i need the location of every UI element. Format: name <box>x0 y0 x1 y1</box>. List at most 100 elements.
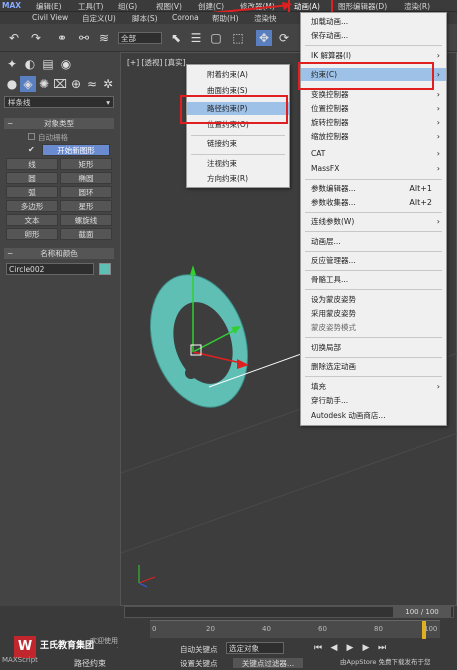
lookat-constraint-item[interactable]: 注视约束 <box>187 157 289 170</box>
start-new-shape-checkbox[interactable]: ✔ <box>28 145 38 155</box>
populate-item[interactable]: 填充 › <box>301 380 446 393</box>
delete-selected-animation-item[interactable]: 删除选定动画 <box>301 360 446 373</box>
save-animation-item[interactable]: 保存动画... <box>301 29 446 42</box>
reaction-manager-item[interactable]: 反应管理器... <box>301 254 446 267</box>
redo-icon[interactable]: ↷ <box>28 30 44 46</box>
circle-button[interactable]: 圆 <box>6 172 58 184</box>
star-button[interactable]: 星形 <box>60 200 112 212</box>
arc-button[interactable]: 弧 <box>6 186 58 198</box>
modify-tab-icon[interactable]: ◐ <box>22 56 38 72</box>
rotation-controllers-item[interactable]: 旋转控制器 › <box>301 116 446 129</box>
bone-tools-item[interactable]: 骨骼工具... <box>301 273 446 286</box>
helix-button[interactable]: 螺旋线 <box>60 214 112 226</box>
menu-scripting[interactable]: 脚本(S) <box>132 13 158 24</box>
motion-tab-icon[interactable]: ◉ <box>58 56 74 72</box>
app-logo[interactable]: MAX <box>2 1 21 10</box>
animation-store-item[interactable]: Autodesk 动画商店... <box>301 409 446 422</box>
time-slider[interactable]: 100 / 100 <box>124 606 454 618</box>
bind-spacewarp-icon[interactable]: ≋ <box>96 30 112 46</box>
ik-solvers-item[interactable]: IK 解算器(I) › <box>301 49 446 62</box>
move-icon[interactable]: ✥ <box>256 30 272 46</box>
animation-layers-item[interactable]: 动画层... <box>301 235 446 248</box>
menu-graph-editors[interactable]: 图形编辑器(D) <box>338 1 387 12</box>
helpers-icon[interactable]: ⊕ <box>68 76 84 92</box>
select-by-name-icon[interactable]: ☰ <box>188 30 204 46</box>
rollout-object-type-header[interactable]: − 对象类型 <box>4 118 114 129</box>
rect-selection-icon[interactable]: ▢ <box>208 30 224 46</box>
window-crossing-icon[interactable]: ⬚ <box>230 30 246 46</box>
menu-corona[interactable]: Corona <box>172 13 199 22</box>
geometry-icon[interactable]: ● <box>4 76 20 92</box>
cat-item[interactable]: CAT › <box>301 147 446 160</box>
wire-parameters-item[interactable]: 连线参数(W) › <box>301 215 446 228</box>
toggle-limits-item[interactable]: 切换局部 <box>301 341 446 354</box>
create-tab-icon[interactable]: ✦ <box>4 56 20 72</box>
surface-constraint-item[interactable]: 曲面约束(S) <box>187 84 289 97</box>
object-color-swatch[interactable] <box>99 263 111 275</box>
constraints-item[interactable]: 约束(C) › <box>301 68 446 81</box>
menu-help[interactable]: 帮助(H) <box>212 13 239 24</box>
path-constraint-item[interactable]: 路径约束(P) <box>187 102 289 115</box>
hierarchy-tab-icon[interactable]: ▤ <box>40 56 56 72</box>
selection-filter-dropdown[interactable]: 全部 <box>118 32 162 44</box>
auto-grid-checkbox[interactable]: 自动栅格 <box>28 132 68 142</box>
goto-end-icon[interactable]: ⏭ <box>374 640 390 656</box>
timeline-track[interactable]: 0 20 40 60 80 100 <box>150 620 440 639</box>
cameras-icon[interactable]: ⌧ <box>52 76 68 92</box>
position-controllers-item[interactable]: 位置控制器 › <box>301 102 446 115</box>
transform-controllers-item[interactable]: 变换控制器 › <box>301 88 446 101</box>
skin-pose-mode-item[interactable]: 蒙皮姿势模式 <box>301 321 446 334</box>
lights-icon[interactable]: ✺ <box>36 76 52 92</box>
attachment-constraint-item[interactable]: 附着约束(A) <box>187 68 289 81</box>
rectangle-button[interactable]: 矩形 <box>60 158 112 170</box>
menu-render-quick[interactable]: 渲染快 <box>254 13 277 24</box>
donut-button[interactable]: 圆环 <box>60 186 112 198</box>
orientation-constraint-item[interactable]: 方向约束(R) <box>187 172 289 185</box>
play-icon[interactable]: ▶ <box>342 640 358 656</box>
rotate-icon[interactable]: ⟳ <box>276 30 292 46</box>
text-button[interactable]: 文本 <box>6 214 58 226</box>
menu-view[interactable]: 视图(V) <box>156 1 182 12</box>
rollout-name-color-header[interactable]: − 名称和颜色 <box>4 248 114 259</box>
undo-icon[interactable]: ↶ <box>6 30 22 46</box>
next-frame-icon[interactable]: ▶ <box>358 640 374 656</box>
systems-icon[interactable]: ✲ <box>100 76 116 92</box>
menu-group[interactable]: 组(G) <box>118 1 137 12</box>
unlink-icon[interactable]: ⚯ <box>76 30 92 46</box>
parameter-collector-item[interactable]: 参数收集器... Alt+2 <box>301 196 446 209</box>
key-filters-button[interactable]: 关键点过滤器... <box>232 657 304 669</box>
link-constraint-item[interactable]: 链接约束 <box>187 137 289 150</box>
ellipse-button[interactable]: 椭圆 <box>60 172 112 184</box>
category-dropdown[interactable]: 样条线 ▾ <box>4 96 114 108</box>
menu-customize[interactable]: 自定义(U) <box>82 13 116 24</box>
menu-edit[interactable]: 编辑(E) <box>36 1 62 12</box>
start-new-shape-button[interactable]: 开始新图形 <box>42 144 110 156</box>
assume-skin-pose-item[interactable]: 采用蒙皮姿势 <box>301 307 446 320</box>
set-skin-pose-item[interactable]: 设为蒙皮姿势 <box>301 293 446 306</box>
constraints-submenu: 附着约束(A) 曲面约束(S) 路径约束(P) 位置约束(O) 链接约束 注视约… <box>186 64 290 188</box>
maxscript-label[interactable]: MAXScript <box>2 656 38 664</box>
egg-button[interactable]: 卵形 <box>6 228 58 240</box>
line-button[interactable]: 线 <box>6 158 58 170</box>
select-icon[interactable]: ⬉ <box>168 30 184 46</box>
massfx-item[interactable]: MassFX › <box>301 162 446 175</box>
walkthrough-assistant-item[interactable]: 穿行助手... <box>301 394 446 407</box>
goto-start-icon[interactable]: ⏮ <box>310 640 326 656</box>
load-animation-item[interactable]: 加载动画... <box>301 15 446 28</box>
ngon-button[interactable]: 多边形 <box>6 200 58 212</box>
spacewarps-icon[interactable]: ≈ <box>84 76 100 92</box>
shapes-icon[interactable]: ◈ <box>20 76 36 92</box>
menu-rendering[interactable]: 渲染(R) <box>404 1 430 12</box>
prev-frame-icon[interactable]: ◀ <box>326 640 342 656</box>
object-name-field[interactable]: Circle002 <box>6 263 94 275</box>
section-button[interactable]: 截面 <box>60 228 112 240</box>
scale-controllers-item[interactable]: 缩放控制器 › <box>301 130 446 143</box>
menu-tools[interactable]: 工具(T) <box>78 1 103 12</box>
parameter-editor-item[interactable]: 参数编辑器... Alt+1 <box>301 182 446 195</box>
current-frame-marker[interactable] <box>422 621 426 639</box>
selected-object-dropdown[interactable]: 选定对象 <box>226 642 284 654</box>
time-slider-handle[interactable]: 100 / 100 <box>393 607 451 617</box>
position-constraint-item[interactable]: 位置约束(O) <box>187 118 289 131</box>
menu-civil-view[interactable]: Civil View <box>32 13 68 22</box>
link-icon[interactable]: ⚭ <box>54 30 70 46</box>
